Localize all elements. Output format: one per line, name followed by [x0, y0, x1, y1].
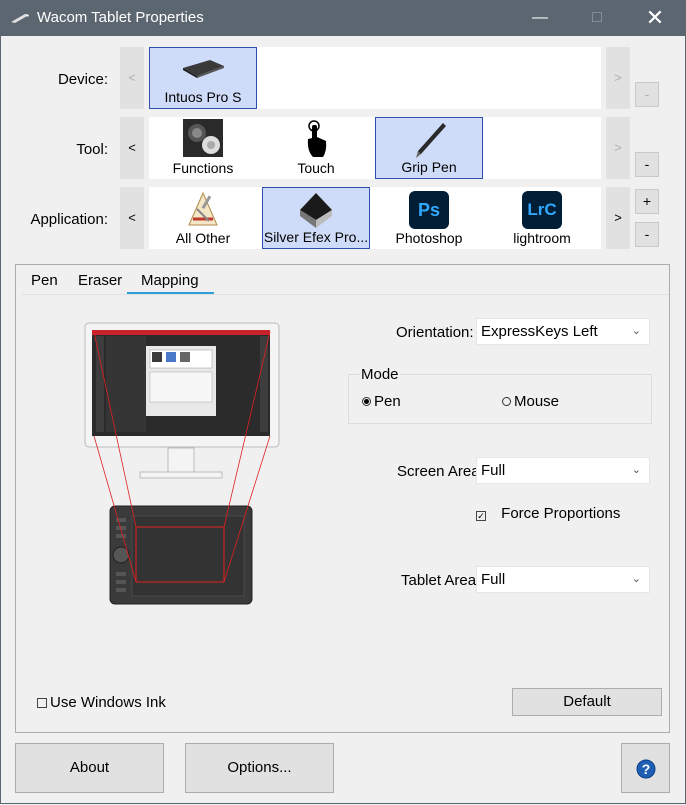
screen-area-dropdown[interactable]: Full ⌄ — [476, 457, 650, 484]
orientation-value: ExpressKeys Left — [481, 323, 598, 340]
question-mark-icon: ? — [636, 759, 656, 783]
device-label: Device: — [57, 71, 108, 88]
window-title: Wacom Tablet Properties — [37, 9, 204, 26]
tablet-area-label: Tablet Area: — [401, 572, 481, 589]
tool-item-label: Grip Pen — [401, 159, 457, 175]
tab-eraser[interactable]: Eraser — [78, 272, 122, 289]
force-proportions-label: Force Proportions — [501, 505, 621, 522]
application-remove-button[interactable]: - — [635, 222, 659, 247]
tool-item-label: Touch — [297, 160, 335, 176]
application-next-button[interactable]: > — [606, 187, 630, 249]
chevron-down-icon: ⌄ — [631, 464, 641, 476]
mode-mouse-label: Mouse — [514, 393, 560, 410]
tool-item-touch[interactable]: Touch — [262, 117, 370, 179]
app-item-lightroom[interactable]: LrC lightroom — [488, 187, 596, 249]
device-item-label: Intuos Pro S — [164, 89, 242, 105]
checkbox-checked-icon: ✓ — [476, 511, 486, 521]
tool-label: Tool: — [76, 141, 108, 158]
orientation-label: Orientation: — [396, 324, 474, 341]
mode-pen-radio[interactable]: Pen — [362, 393, 401, 410]
mode-pen-label: Pen — [374, 393, 401, 410]
svg-text:?: ? — [642, 761, 651, 777]
tab-mapping[interactable]: Mapping — [141, 272, 199, 289]
help-button[interactable]: ? — [621, 743, 670, 793]
app-item-label: Photoshop — [395, 230, 463, 246]
functions-icon — [183, 119, 223, 160]
about-button[interactable]: About — [15, 743, 164, 793]
device-item-intuos-pro-s[interactable]: Intuos Pro S — [149, 47, 257, 109]
radio-selected-icon — [362, 397, 371, 406]
screen-area-label: Screen Area: — [397, 463, 484, 480]
chevron-down-icon: ⌄ — [631, 325, 641, 337]
force-proportions-checkbox[interactable]: ✓ Force Proportions — [476, 505, 620, 522]
application-label: Application: — [30, 211, 108, 228]
touch-hand-icon — [301, 119, 331, 162]
app-item-label: All Other — [175, 230, 231, 246]
device-strip: Intuos Pro S — [149, 47, 601, 109]
orientation-dropdown[interactable]: ExpressKeys Left ⌄ — [476, 318, 650, 345]
tablet-area-dropdown[interactable]: Full ⌄ — [476, 566, 650, 593]
application-strip: All Other Silver Efex Pro... Ps Photosho… — [149, 187, 601, 249]
tablet-area-value: Full — [481, 571, 506, 588]
device-prev-button[interactable]: < — [120, 47, 144, 109]
lightroom-classic-icon: LrC — [522, 191, 562, 229]
app-item-photoshop[interactable]: Ps Photoshop — [375, 187, 483, 249]
close-button[interactable]: ✕ — [632, 0, 678, 36]
minimize-button[interactable]: — — [517, 0, 563, 36]
grip-pen-icon — [409, 120, 449, 163]
device-remove-button[interactable]: - — [635, 82, 659, 107]
mapping-diagram — [84, 322, 284, 612]
tool-remove-button[interactable]: - — [635, 152, 659, 177]
default-button[interactable]: Default — [512, 688, 662, 716]
checkbox-unchecked-icon — [37, 698, 47, 708]
monitor-tablet-illustration — [84, 322, 280, 605]
tab-pen[interactable]: Pen — [31, 272, 58, 289]
application-add-button[interactable]: + — [635, 189, 659, 214]
options-button[interactable]: Options... — [185, 743, 334, 793]
application-prev-button[interactable]: < — [120, 187, 144, 249]
all-other-apps-icon — [183, 189, 223, 232]
photoshop-icon: Ps — [409, 191, 449, 229]
use-windows-ink-checkbox[interactable]: Use Windows Ink — [37, 694, 166, 711]
app-item-silver-efex-pro[interactable]: Silver Efex Pro... — [262, 187, 370, 249]
wacom-pen-icon — [10, 11, 30, 27]
mode-group-label: Mode — [360, 366, 400, 383]
device-next-button[interactable]: > — [606, 47, 630, 109]
screen-area-value: Full — [481, 462, 506, 479]
silver-efex-icon — [296, 190, 336, 233]
tool-next-button[interactable]: > — [606, 117, 630, 179]
chevron-down-icon: ⌄ — [631, 573, 641, 585]
tablet-icon — [180, 50, 226, 83]
app-item-all-other[interactable]: All Other — [149, 187, 257, 249]
mode-mouse-radio[interactable]: Mouse — [502, 393, 559, 410]
use-windows-ink-label: Use Windows Ink — [50, 694, 166, 711]
maximize-button[interactable]: □ — [574, 0, 620, 36]
tool-item-grip-pen[interactable]: Grip Pen — [375, 117, 483, 179]
radio-unselected-icon — [502, 397, 511, 406]
tool-item-label: Functions — [172, 160, 234, 176]
tool-prev-button[interactable]: < — [120, 117, 144, 179]
app-item-label: Silver Efex Pro... — [263, 229, 369, 245]
tool-strip: Functions Touch Grip Pen — [149, 117, 601, 179]
title-bar: Wacom Tablet Properties — □ ✕ — [0, 0, 686, 36]
app-item-label: lightroom — [513, 230, 571, 246]
tool-item-functions[interactable]: Functions — [149, 117, 257, 179]
